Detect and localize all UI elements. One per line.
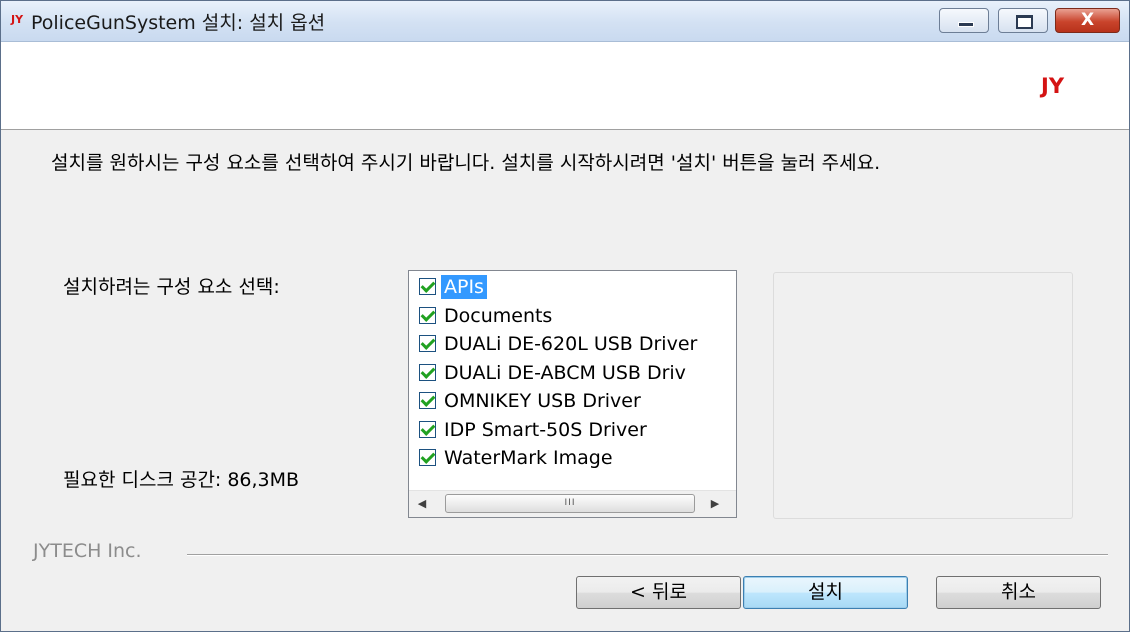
checkbox-checked-icon[interactable] bbox=[419, 306, 436, 324]
scroll-thumb[interactable]: III bbox=[445, 494, 695, 513]
component-label: IDP Smart-50S Driver bbox=[444, 418, 647, 441]
back-button[interactable]: < 뒤로 bbox=[576, 576, 741, 609]
minimize-button[interactable] bbox=[939, 8, 989, 33]
scroll-right-icon[interactable]: ▶ bbox=[704, 491, 726, 517]
installer-window: JY PoliceGunSystem 설치: 설치 옵션 X JY 설치를 원하… bbox=[0, 0, 1130, 632]
component-label: OMNIKEY USB Driver bbox=[444, 390, 641, 412]
app-logo-icon: JY bbox=[11, 13, 24, 26]
component-label: APIs bbox=[441, 275, 487, 299]
scroll-left-icon[interactable]: ◀ bbox=[411, 491, 433, 517]
brand-logo: JY bbox=[1041, 74, 1065, 98]
component-tree[interactable]: APIs Documents DUALi DE-620L USB Driver DUA… bbox=[408, 270, 737, 518]
checkbox-checked-icon[interactable] bbox=[419, 278, 436, 295]
instruction-text: 설치를 원하시는 구성 요소를 선택하여 주시기 바랍니다. 설치를 시작하시려… bbox=[51, 152, 881, 174]
close-button[interactable]: X bbox=[1055, 8, 1120, 33]
component-label: DUALi DE-ABCM USB Driv bbox=[444, 361, 686, 384]
window-title: PoliceGunSystem 설치: 설치 옵션 bbox=[31, 12, 326, 34]
checkbox-checked-icon[interactable] bbox=[419, 363, 436, 381]
maximize-icon bbox=[1016, 15, 1033, 29]
component-label: Documents bbox=[444, 304, 553, 327]
install-button[interactable]: 설치 bbox=[743, 576, 908, 609]
footer-divider bbox=[187, 554, 1108, 556]
close-icon: X bbox=[1080, 10, 1095, 30]
maximize-button[interactable] bbox=[998, 8, 1048, 33]
checkbox-checked-icon[interactable] bbox=[419, 335, 436, 352]
horizontal-scrollbar[interactable]: ◀ III ▶ bbox=[409, 490, 736, 517]
header-banner: JY bbox=[1, 42, 1129, 130]
title-bar[interactable]: JY PoliceGunSystem 설치: 설치 옵션 X bbox=[1, 1, 1129, 42]
component-select-label: 설치하려는 구성 요소 선택: bbox=[63, 276, 280, 298]
disk-space-caption: 필요한 디스크 공간: bbox=[63, 469, 222, 491]
brand-text: JYTECH Inc. bbox=[33, 540, 142, 562]
disk-space-value: 86,3MB bbox=[227, 469, 300, 491]
checkbox-checked-icon[interactable] bbox=[419, 420, 436, 438]
checkbox-checked-icon[interactable] bbox=[419, 449, 436, 466]
description-panel bbox=[773, 272, 1073, 519]
component-label: DUALi DE-620L USB Driver bbox=[444, 333, 698, 355]
disk-space-label: 필요한 디스크 공간: 86,3MB bbox=[63, 465, 299, 492]
component-label: WaterMark Image bbox=[444, 447, 613, 469]
minimize-icon bbox=[958, 22, 974, 27]
checkbox-checked-icon[interactable] bbox=[419, 392, 436, 409]
cancel-button[interactable]: 취소 bbox=[936, 576, 1101, 609]
